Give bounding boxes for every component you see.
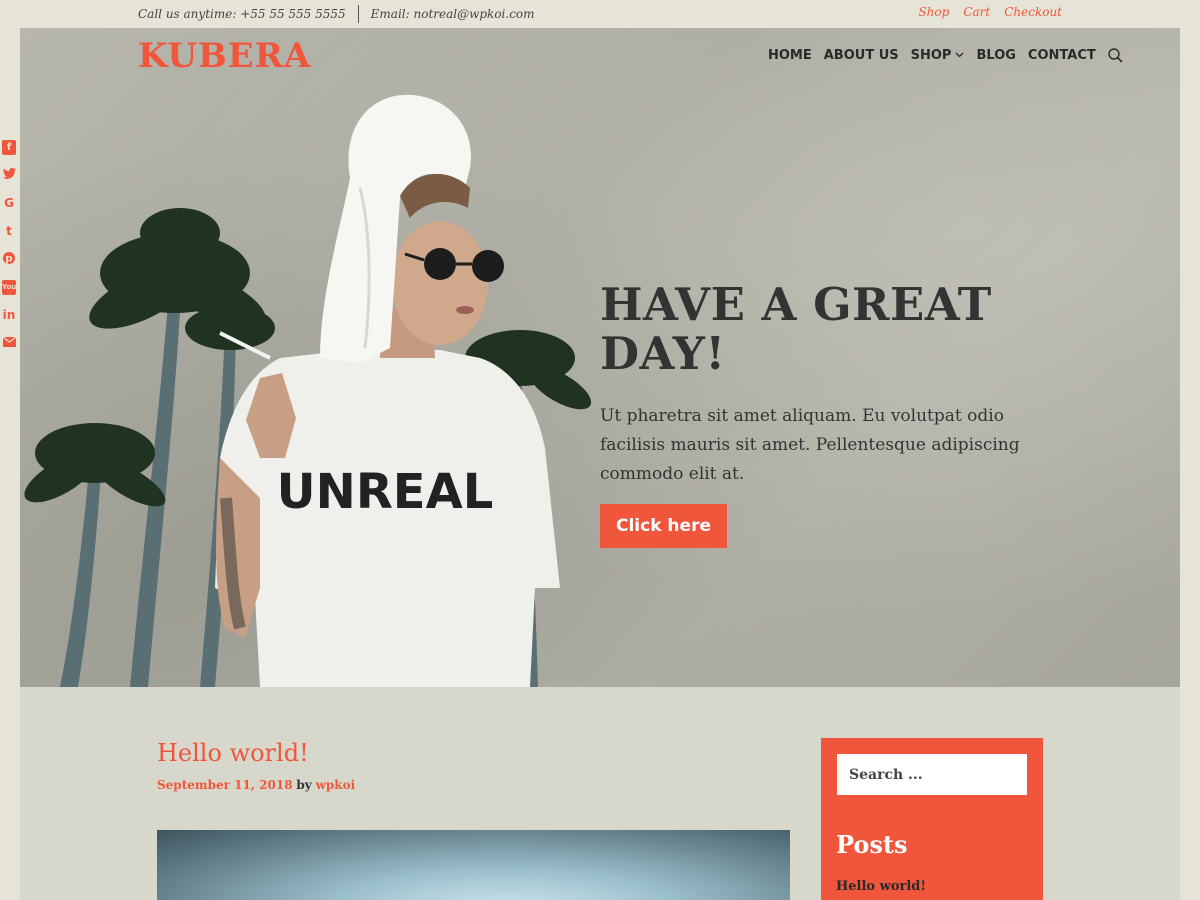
linkedin-icon[interactable]: in bbox=[2, 308, 16, 323]
nav-label: CONTACT bbox=[1027, 48, 1096, 63]
click-here-button[interactable]: Click here bbox=[600, 504, 727, 548]
nav-label: HOME bbox=[768, 48, 812, 63]
twitter-icon[interactable] bbox=[2, 168, 16, 183]
nav-about-us[interactable]: ABOUT US bbox=[824, 48, 899, 63]
tumblr-icon[interactable]: t bbox=[2, 224, 16, 239]
contact-info: Call us anytime: +55 55 555 5555 Email: … bbox=[138, 5, 535, 23]
post-by-label: by bbox=[296, 778, 312, 792]
top-bar: Call us anytime: +55 55 555 5555 Email: … bbox=[0, 0, 1200, 28]
site-logo[interactable]: KUBERA bbox=[138, 36, 311, 76]
search-input[interactable]: Search ... bbox=[837, 754, 1027, 795]
posts-heading: Posts bbox=[836, 830, 908, 859]
hero-banner: UNREAL KUBERA HOME ABOUT US SHOP BLOG CO… bbox=[20, 28, 1180, 687]
hero-image: UNREAL bbox=[24, 94, 592, 687]
sidebar-widget: Search ... Posts Hello world! bbox=[821, 738, 1043, 900]
youtube-icon[interactable]: You bbox=[2, 280, 16, 295]
post-featured-image[interactable] bbox=[157, 830, 790, 900]
shop-links: Shop Cart Checkout bbox=[918, 5, 1062, 19]
main-content: Hello world! September 11, 2018 by wpkoi… bbox=[20, 687, 1180, 900]
nav-shop[interactable]: SHOP bbox=[911, 48, 965, 63]
social-sidebar: f G t p You in bbox=[2, 140, 16, 351]
nav-blog[interactable]: BLOG bbox=[976, 48, 1015, 63]
svg-text:p: p bbox=[5, 254, 12, 265]
divider bbox=[357, 5, 359, 23]
shop-link[interactable]: Shop bbox=[918, 5, 949, 19]
nav-label: ABOUT US bbox=[823, 48, 899, 63]
search-icon[interactable] bbox=[1108, 48, 1123, 63]
phone-text: Call us anytime: +55 55 555 5555 bbox=[138, 7, 346, 21]
recent-post-link[interactable]: Hello world! bbox=[836, 879, 926, 894]
email-text: Email: notreal@wpkoi.com bbox=[370, 7, 535, 21]
post-meta: September 11, 2018 by wpkoi bbox=[157, 778, 355, 792]
checkout-link[interactable]: Checkout bbox=[1004, 5, 1062, 19]
nav-label: SHOP bbox=[910, 48, 952, 63]
post-title[interactable]: Hello world! bbox=[157, 739, 309, 767]
nav-contact[interactable]: CONTACT bbox=[1028, 48, 1096, 63]
hero-title: HAVE A GREAT DAY! bbox=[600, 278, 992, 380]
cart-link[interactable]: Cart bbox=[963, 5, 990, 19]
email-icon[interactable] bbox=[2, 336, 16, 351]
main-nav: HOME ABOUT US SHOP BLOG CONTACT bbox=[768, 48, 1123, 63]
nav-home[interactable]: HOME bbox=[768, 48, 812, 63]
shirt-text: UNREAL bbox=[277, 464, 494, 520]
google-icon[interactable]: G bbox=[2, 196, 16, 211]
nav-label: BLOG bbox=[976, 48, 1016, 63]
post-author[interactable]: wpkoi bbox=[316, 778, 356, 792]
facebook-icon[interactable]: f bbox=[2, 140, 16, 155]
hero-text: Ut pharetra sit amet aliquam. Eu volutpa… bbox=[600, 406, 1020, 484]
pinterest-icon[interactable]: p bbox=[2, 252, 16, 267]
chevron-down-icon bbox=[955, 51, 964, 61]
post-date[interactable]: September 11, 2018 bbox=[157, 778, 293, 792]
